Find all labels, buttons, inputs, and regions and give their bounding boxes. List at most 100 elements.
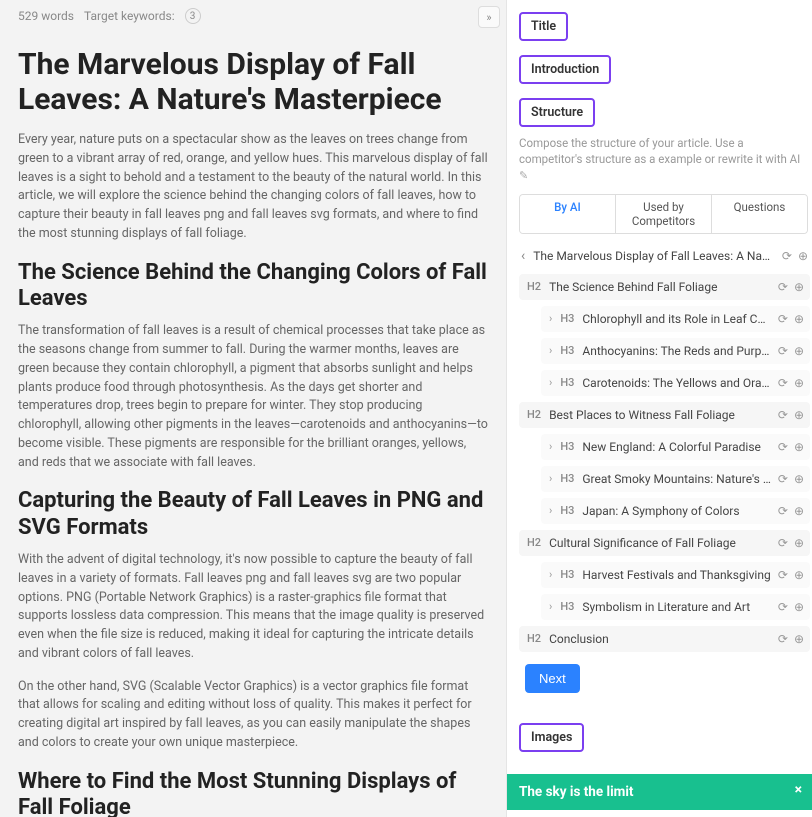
article-title[interactable]: The Marvelous Display of Fall Leaves: A … [18,48,488,117]
chevron-right-icon: › [549,440,552,453]
outline-item-text: Anthocyanins: The Reds and Purples [582,344,772,358]
outline-item[interactable]: ›H3Chlorophyll and its Role in Leaf Colo… [541,306,810,332]
article-paragraph[interactable]: With the advent of digital technology, i… [18,551,488,664]
outline-item[interactable]: H2 Conclusion ⟳ ⊕ [519,626,810,652]
outline-item[interactable]: › H3 Anthocyanins: The Reds and Purples ⟳ ⊕ [541,338,810,364]
breadcrumb-title[interactable]: The Marvelous Display of Fall Leaves: A … [533,249,774,263]
add-icon[interactable]: ⊕ [794,632,804,646]
refresh-icon[interactable]: ⟳ [778,440,788,454]
refresh-icon[interactable]: ⟳ [778,536,788,550]
outline-item[interactable]: › H3 Harvest Festivals and Thanksgiving ⟳ ⊕ [541,562,810,588]
word-count: 529 words [18,9,74,23]
refresh-icon[interactable]: ⟳ [778,280,788,294]
chevron-right-icon: › [549,568,552,581]
structure-hint: Compose the structure of your article. U… [519,135,812,184]
promo-banner: The sky is the limit × [507,774,812,810]
meta-bar: 529 words Target keywords: 3 [18,8,488,24]
editor-panel: 529 words Target keywords: 3 » The Marve… [0,0,506,817]
ai-rewrite-icon[interactable]: ✎ [519,168,528,183]
introduction-section-button[interactable]: Introduction [519,55,611,84]
article-paragraph[interactable]: On the other hand, SVG (Scalable Vector … [18,678,488,753]
refresh-icon[interactable]: ⟳ [778,376,788,390]
outline-item-text: Conclusion [549,632,772,646]
heading-level-badge: H3 [560,568,574,581]
refresh-icon[interactable]: ⟳ [778,632,788,646]
heading-level-badge: H3 [560,600,574,613]
refresh-icon[interactable]: ⟳ [778,472,788,486]
article-h2[interactable]: Where to Find the Most Stunning Displays… [18,769,488,817]
refresh-icon[interactable]: ⟳ [778,600,788,614]
refresh-icon[interactable]: ⟳ [778,344,788,358]
article-h2[interactable]: Capturing the Beauty of Fall Leaves in P… [18,488,488,541]
add-icon[interactable]: ⊕ [794,344,804,358]
outline-item-text: Cultural Significance of Fall Foliage [549,536,772,550]
breadcrumb: ‹ The Marvelous Display of Fall Leaves: … [519,242,812,274]
next-button[interactable]: Next [525,664,580,693]
structure-tabs: By AI Used by Competitors Questions [519,194,808,234]
chevron-right-icon: › [549,472,552,485]
outline-item-text: The Science Behind Fall Foliage [549,280,772,294]
add-icon[interactable]: ⊕ [794,504,804,518]
article-intro[interactable]: Every year, nature puts on a spectacular… [18,131,488,244]
heading-level-badge: H3 [560,312,574,325]
outline-item[interactable]: H2 Best Places to Witness Fall Foliage ⟳ ⊕ [519,402,810,428]
outline-item-text: Chlorophyll and its Role in Leaf Colorat… [582,312,772,326]
add-icon[interactable]: ⊕ [794,536,804,550]
refresh-icon[interactable]: ⟳ [782,249,792,263]
heading-level-badge: H3 [560,440,574,453]
outline-item-text: Japan: A Symphony of Colors [582,504,772,518]
add-icon[interactable]: ⊕ [794,600,804,614]
tab-by-ai[interactable]: By AI [520,195,616,233]
outline-item-text: Symbolism in Literature and Art [582,600,772,614]
heading-level-badge: H3 [560,344,574,357]
chevron-right-icon: » [486,11,491,24]
article-h2[interactable]: The Science Behind the Changing Colors o… [18,260,488,313]
chevron-right-icon: › [549,504,552,517]
tab-questions[interactable]: Questions [712,195,807,233]
add-icon[interactable]: ⊕ [794,440,804,454]
images-section-button[interactable]: Images [519,723,584,752]
title-section-button[interactable]: Title [519,12,568,41]
add-icon[interactable]: ⊕ [794,408,804,422]
promo-banner-text: The sky is the limit [519,784,634,800]
close-icon[interactable]: × [795,782,802,798]
heading-level-badge: H2 [527,408,541,421]
add-icon[interactable]: ⊕ [798,249,808,263]
article-paragraph[interactable]: The transformation of fall leaves is a r… [18,322,488,472]
add-icon[interactable]: ⊕ [794,472,804,486]
outline-item[interactable]: › H3 New England: A Colorful Paradise ⟳ ⊕ [541,434,810,460]
outline-item[interactable]: › H3 Japan: A Symphony of Colors ⟳ ⊕ [541,498,810,524]
outline-item-text: Great Smoky Mountains: Nature's Canvas [582,472,772,486]
outline-item[interactable]: ›H3Symbolism in Literature and Art⟳⊕ [541,594,810,620]
heading-level-badge: H2 [527,280,541,293]
outline-item[interactable]: H2 The Science Behind Fall Foliage ⟳ ⊕ [519,274,810,300]
refresh-icon[interactable]: ⟳ [778,408,788,422]
structure-section-button[interactable]: Structure [519,98,595,127]
add-icon[interactable]: ⊕ [794,568,804,582]
add-icon[interactable]: ⊕ [794,312,804,326]
outline-item[interactable]: H2 Cultural Significance of Fall Foliage ⟳… [519,530,810,556]
refresh-icon[interactable]: ⟳ [778,312,788,326]
tab-competitors[interactable]: Used by Competitors [616,195,712,233]
outline-item[interactable]: ›H3Carotenoids: The Yellows and Oranges⟳… [541,370,810,396]
add-icon[interactable]: ⊕ [794,280,804,294]
chevron-right-icon: › [549,344,552,357]
outline-item[interactable]: › H3 Great Smoky Mountains: Nature's Canva… [541,466,810,492]
heading-level-badge: H3 [560,472,574,485]
heading-level-badge: H3 [560,504,574,517]
outline-item-text: Carotenoids: The Yellows and Oranges [582,376,772,390]
refresh-icon[interactable]: ⟳ [778,568,788,582]
heading-level-badge: H2 [527,632,541,645]
outline-item-text: Harvest Festivals and Thanksgiving [582,568,772,582]
structure-panel: Title Introduction Structure Compose the… [506,0,812,817]
add-icon[interactable]: ⊕ [794,376,804,390]
outline-item-text: Best Places to Witness Fall Foliage [549,408,772,422]
target-keywords-label: Target keywords: [84,9,175,23]
outline-item-text: New England: A Colorful Paradise [582,440,772,454]
keyword-count-badge[interactable]: 3 [185,8,201,24]
heading-level-badge: H3 [560,376,574,389]
refresh-icon[interactable]: ⟳ [778,504,788,518]
heading-level-badge: H2 [527,536,541,549]
chevron-left-icon[interactable]: ‹ [521,248,525,264]
expand-panel-button[interactable]: » [478,6,500,28]
